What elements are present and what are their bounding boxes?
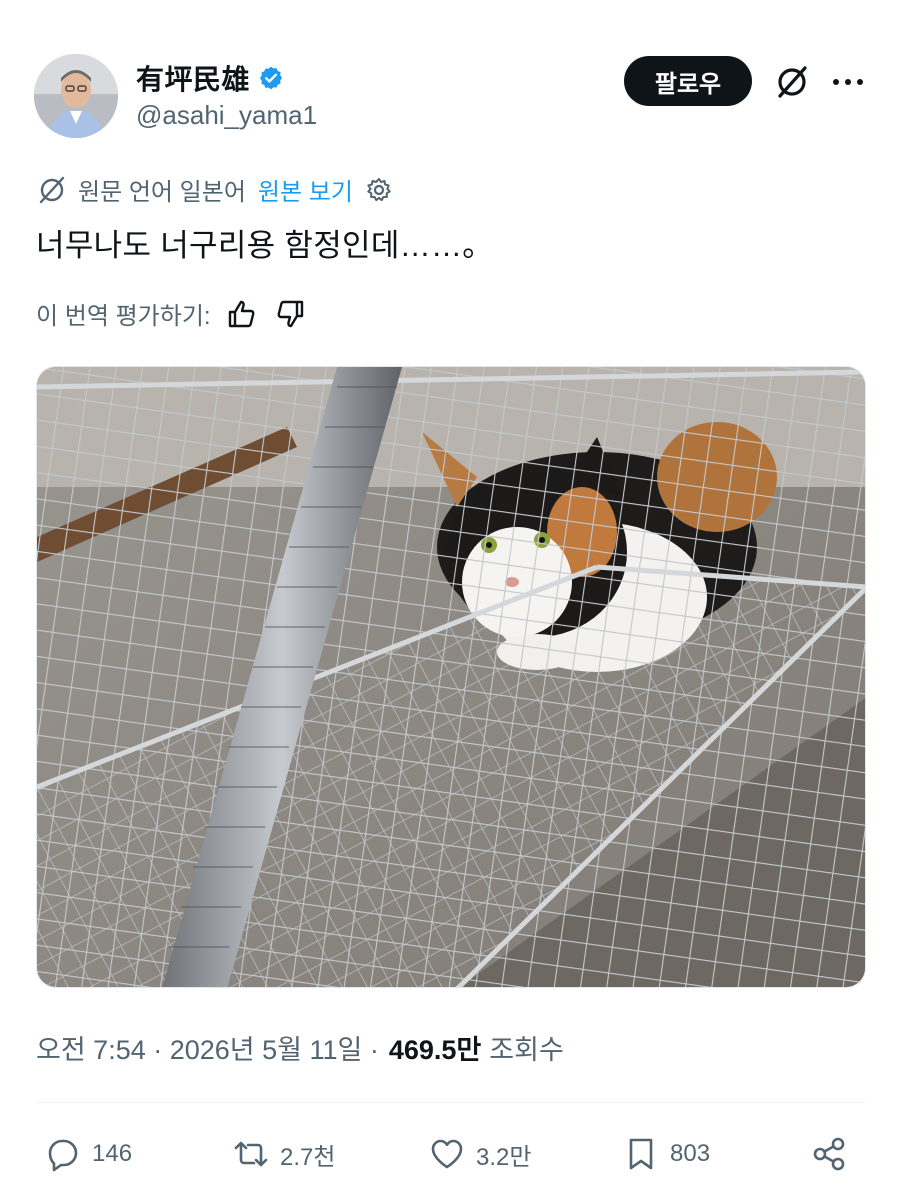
follow-button[interactable]: 팔로우 [624,56,752,106]
cat-in-trap-photo [37,367,865,987]
name-row: 有坪民雄 [136,58,284,98]
tweet-meta: 오전 7:54 · 2026년 5월 11일 · 469.5만 조회수 [36,1028,564,1067]
reply-icon [48,1139,78,1172]
thumbs-down-icon[interactable] [273,297,307,331]
grok-icon[interactable] [772,62,812,102]
like-count: 3.2만 [476,1143,532,1171]
repost-count: 2.7천 [280,1143,336,1171]
verified-badge-icon [259,66,283,90]
bookmark-count: 803 [670,1140,711,1167]
translation-info: 원문 언어 일본어 원본 보기 [36,172,393,207]
show-original-link[interactable]: 원본 보기 [258,172,353,207]
thumbs-up-icon[interactable] [225,297,259,331]
translation-source: 원문 언어 일본어 [78,179,246,206]
share-button[interactable] [810,1126,858,1182]
reply-count: 146 [92,1140,133,1167]
bookmark-icon [629,1138,653,1170]
handle[interactable]: @asahi_yama1 [136,100,317,131]
view-count: 469.5만 [388,1035,482,1065]
more-options-icon[interactable] [828,62,868,102]
share-icon [813,1137,845,1171]
tweet-header: 有坪民雄 @asahi_yama1 팔로우 [34,54,866,138]
repost-button[interactable]: 2.7천 [232,1126,335,1182]
like-button[interactable]: 3.2만 [428,1126,531,1182]
translate-icon [39,176,65,203]
gear-icon[interactable] [365,176,393,204]
rate-label: 이 번역 평가하기: [36,303,211,330]
bookmark-button[interactable]: 803 [622,1126,710,1182]
avatar[interactable] [34,54,118,138]
reply-button[interactable]: 146 [44,1126,132,1182]
display-name[interactable]: 有坪民雄 [136,58,250,98]
rate-translation: 이 번역 평가하기: [36,296,307,331]
repost-icon [234,1141,268,1167]
divider [36,1102,866,1103]
tweet-photo[interactable] [36,366,866,988]
action-bar: 146 2.7천 3.2만 803 [36,1126,866,1182]
heart-icon [431,1139,463,1169]
tweet-text: 너무나도 너구리용 함정인데……。 [36,228,494,263]
timestamp[interactable]: 오전 7:54 · 2026년 5월 11일 · [36,1028,379,1067]
view-count-label: 조회수 [489,1035,564,1065]
